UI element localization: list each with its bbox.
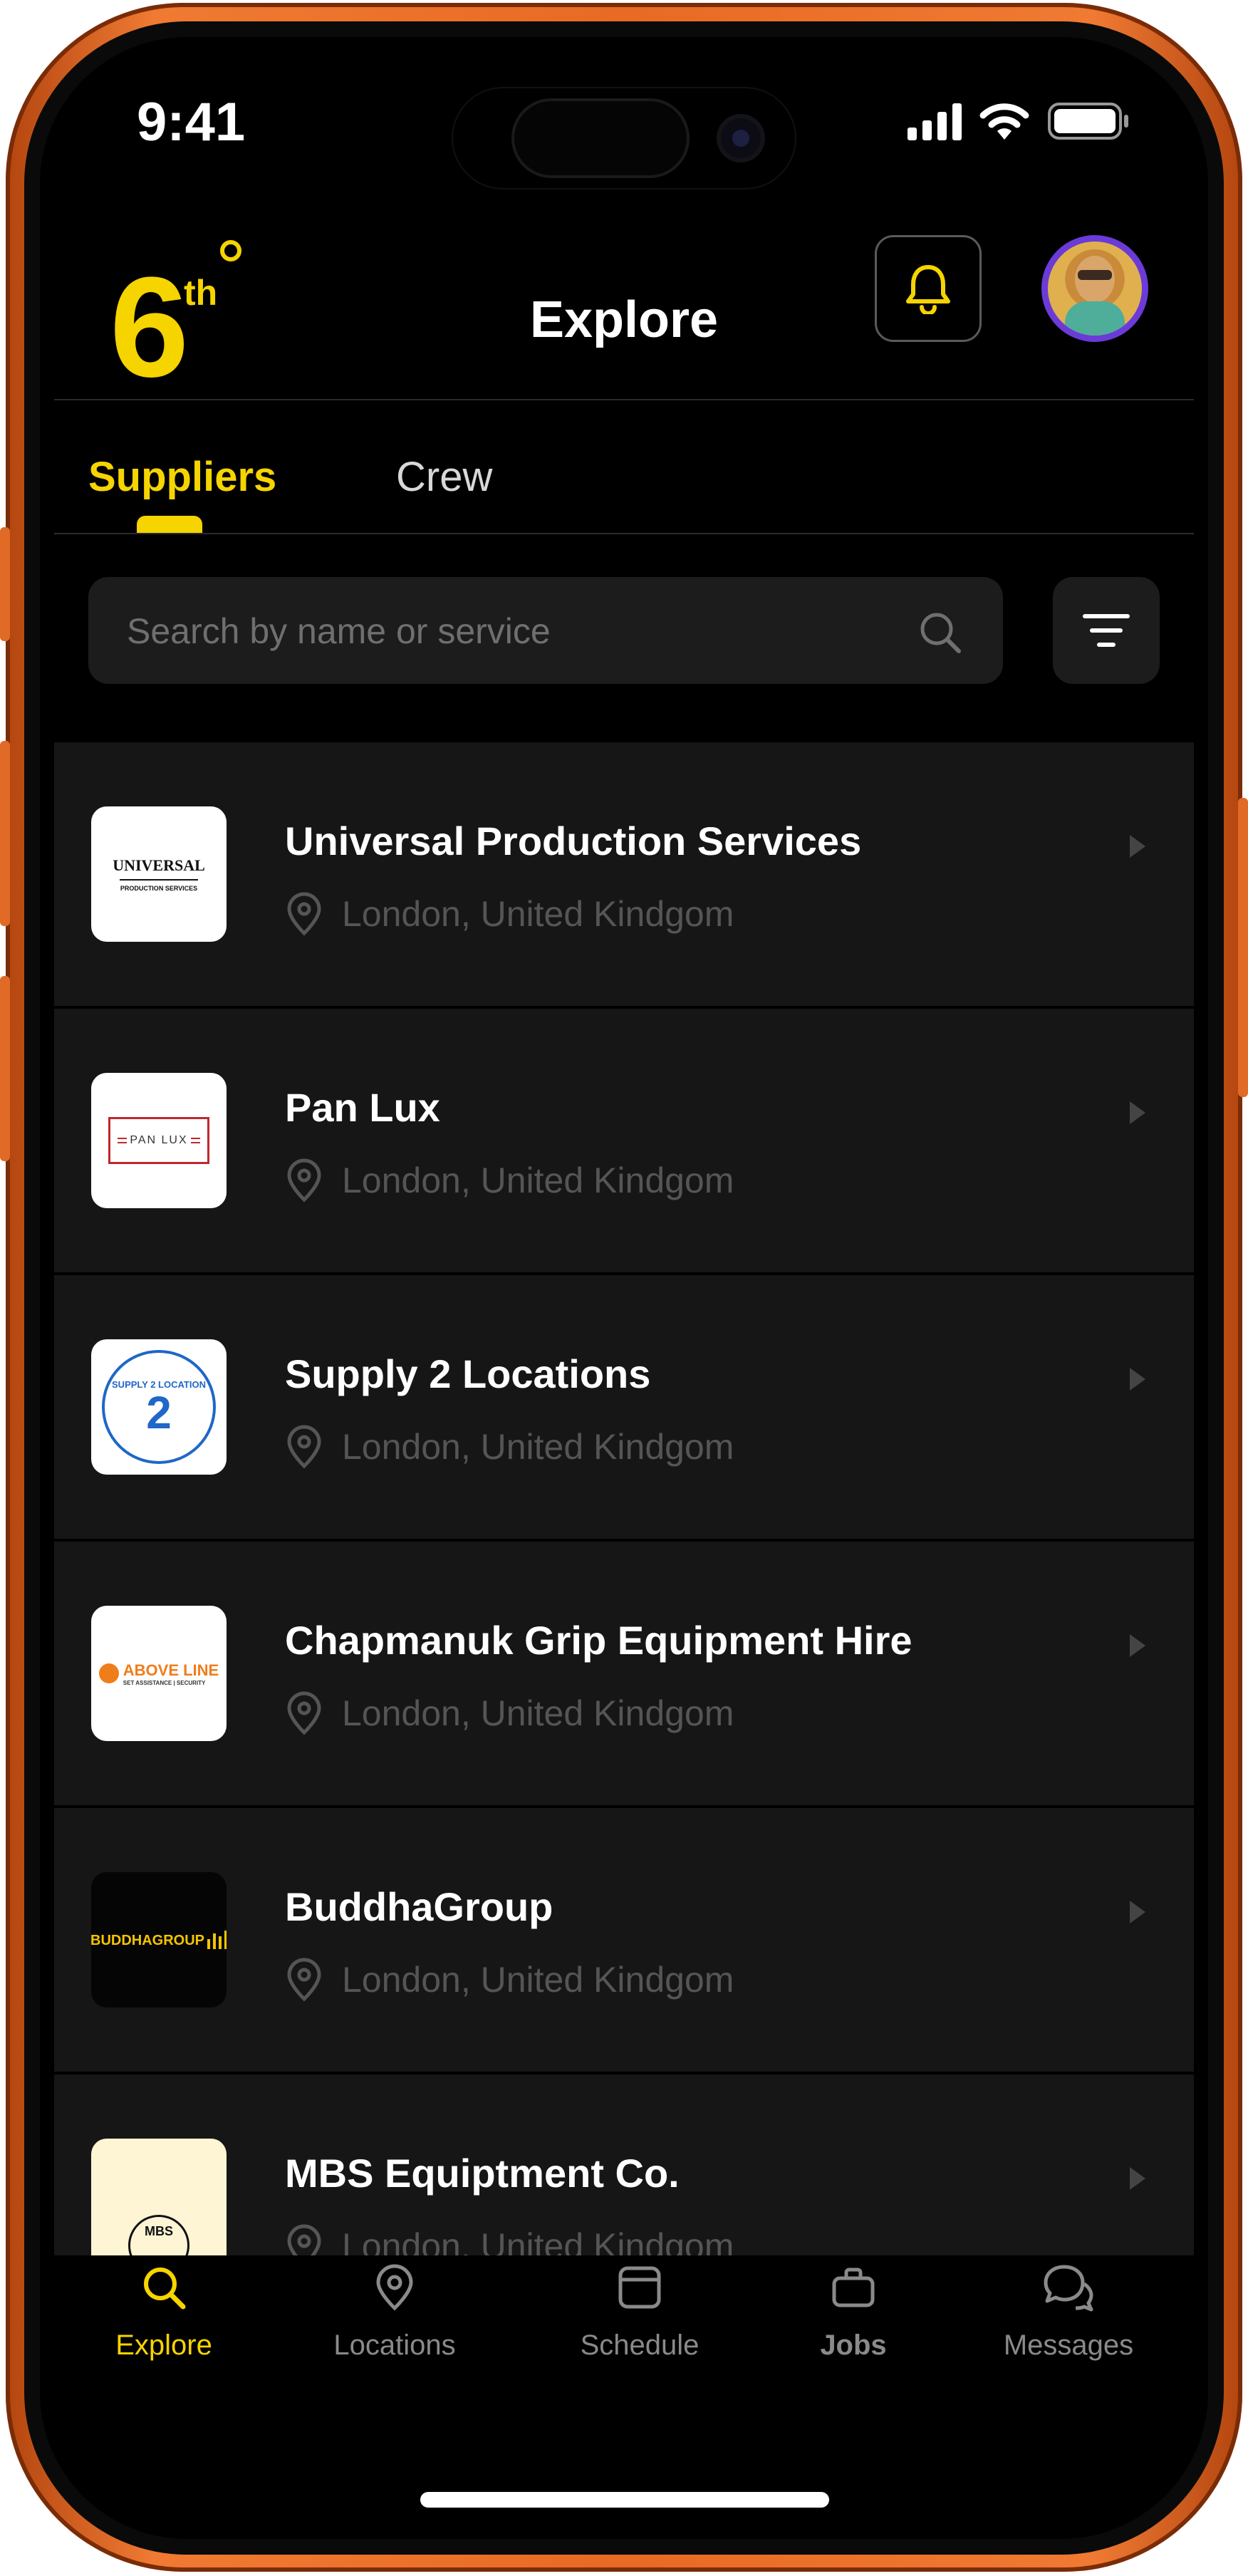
supplier-list: UNIVERSAL PRODUCTION SERVICES Universal … xyxy=(54,742,1194,2255)
filter-icon xyxy=(1083,614,1130,647)
supplier-logo: PAN LUX xyxy=(91,1073,227,1208)
supplier-name: BuddhaGroup xyxy=(285,1884,553,1929)
location-text: London, United Kindgom xyxy=(342,894,734,934)
avatar[interactable] xyxy=(1041,235,1148,342)
supplier-row[interactable]: PAN LUX Pan Lux London, United Kindgom xyxy=(54,1009,1194,1272)
cellular-signal-icon xyxy=(908,102,962,140)
supplier-location: London, United Kindgom xyxy=(285,1425,734,1469)
supplier-row[interactable]: UNIVERSAL PRODUCTION SERVICES Universal … xyxy=(54,742,1194,1006)
location-text: London, United Kindgom xyxy=(342,2226,734,2255)
map-pin-icon xyxy=(376,2264,413,2311)
location-text: London, United Kindgom xyxy=(342,1693,734,1733)
nav-jobs[interactable]: Jobs xyxy=(761,2263,946,2362)
supplier-location: London, United Kindgom xyxy=(285,1158,734,1203)
nav-label: Messages xyxy=(1003,2330,1134,2361)
volume-up-button xyxy=(0,741,10,926)
power-button xyxy=(1238,798,1248,1097)
camera-icon xyxy=(717,114,765,162)
wifi-icon xyxy=(979,103,1029,140)
supplier-logo: BUDDHAGROUP xyxy=(91,1872,227,2008)
location-text: London, United Kindgom xyxy=(342,1960,734,2000)
map-pin-icon xyxy=(287,1691,321,1735)
screen: 9:41 6 th Explore Suppliers Crew Search … xyxy=(40,37,1208,2539)
nav-label: Explore xyxy=(115,2330,212,2361)
supplier-name: Pan Lux xyxy=(285,1085,440,1130)
chat-bubbles-icon xyxy=(1044,2265,1093,2312)
chevron-right-icon xyxy=(1130,835,1145,858)
volume-down-button xyxy=(0,976,10,1161)
nav-schedule[interactable]: Schedule xyxy=(547,2263,732,2362)
map-pin-icon xyxy=(287,1158,321,1203)
battery-icon xyxy=(1048,103,1128,140)
supplier-logo: MBS xyxy=(91,2139,227,2255)
status-time: 9:41 xyxy=(137,92,246,152)
calendar-icon xyxy=(618,2266,661,2309)
map-pin-icon xyxy=(287,2224,321,2255)
supplier-location: London, United Kindgom xyxy=(285,1958,734,2002)
supplier-logo: SUPPLY 2 LOCATION 2 xyxy=(91,1339,227,1475)
supplier-row[interactable]: BUDDHAGROUP BuddhaGroup London, United K… xyxy=(54,1808,1194,2072)
header-divider xyxy=(54,399,1194,400)
supplier-logo: UNIVERSAL PRODUCTION SERVICES xyxy=(91,806,227,942)
active-tab-indicator xyxy=(137,516,202,533)
avatar-photo xyxy=(1048,242,1142,336)
supplier-name: MBS Equiptment Co. xyxy=(285,2151,680,2196)
supplier-location: London, United Kindgom xyxy=(285,1691,734,1735)
supplier-name: Universal Production Services xyxy=(285,819,862,863)
chevron-right-icon xyxy=(1130,1901,1145,1923)
action-button xyxy=(0,527,10,641)
page-title: Explore xyxy=(529,291,719,348)
search-icon xyxy=(144,2268,186,2310)
location-text: London, United Kindgom xyxy=(342,1427,734,1467)
map-pin-icon xyxy=(287,1425,321,1469)
map-pin-icon xyxy=(287,892,321,936)
dynamic-island xyxy=(453,88,795,188)
supplier-logo: ABOVE LINE SET ASSISTANCE | SECURITY xyxy=(91,1606,227,1741)
nav-label: Jobs xyxy=(820,2330,887,2361)
bottom-nav: Explore Locations Schedule Jobs Messages xyxy=(40,2263,1208,2434)
status-icons xyxy=(908,101,1130,141)
map-pin-icon xyxy=(287,1958,321,2002)
nav-explore[interactable]: Explore xyxy=(71,2263,256,2362)
search-icon[interactable] xyxy=(917,610,963,655)
supplier-row[interactable]: SUPPLY 2 LOCATION 2 Supply 2 Locations L… xyxy=(54,1275,1194,1539)
tab-crew[interactable]: Crew xyxy=(396,453,492,501)
supplier-location: London, United Kindgom xyxy=(285,892,734,936)
filter-button[interactable] xyxy=(1053,577,1160,684)
search-input[interactable] xyxy=(125,577,898,685)
nav-messages[interactable]: Messages xyxy=(976,2263,1161,2362)
search-bar xyxy=(88,577,1003,685)
chevron-right-icon xyxy=(1130,1368,1145,1391)
nav-label: Locations xyxy=(333,2330,456,2361)
supplier-location: London, United Kindgom xyxy=(285,2224,734,2255)
nav-locations[interactable]: Locations xyxy=(302,2263,487,2362)
tabs-divider xyxy=(54,533,1194,534)
location-text: London, United Kindgom xyxy=(342,1160,734,1200)
chevron-right-icon xyxy=(1130,2167,1145,2190)
briefcase-icon xyxy=(832,2268,875,2307)
supplier-name: Chapmanuk Grip Equipment Hire xyxy=(285,1618,912,1663)
home-indicator[interactable] xyxy=(420,2492,829,2508)
chevron-right-icon xyxy=(1130,1101,1145,1124)
chevron-right-icon xyxy=(1130,1634,1145,1657)
nav-label: Schedule xyxy=(580,2330,700,2361)
bell-icon xyxy=(906,265,950,314)
tab-suppliers[interactable]: Suppliers xyxy=(88,453,276,501)
supplier-name: Supply 2 Locations xyxy=(285,1351,651,1396)
supplier-row[interactable]: MBS MBS Equiptment Co. London, United Ki… xyxy=(54,2074,1194,2255)
notifications-button[interactable] xyxy=(875,235,982,342)
supplier-row[interactable]: ABOVE LINE SET ASSISTANCE | SECURITY Cha… xyxy=(54,1542,1194,1805)
